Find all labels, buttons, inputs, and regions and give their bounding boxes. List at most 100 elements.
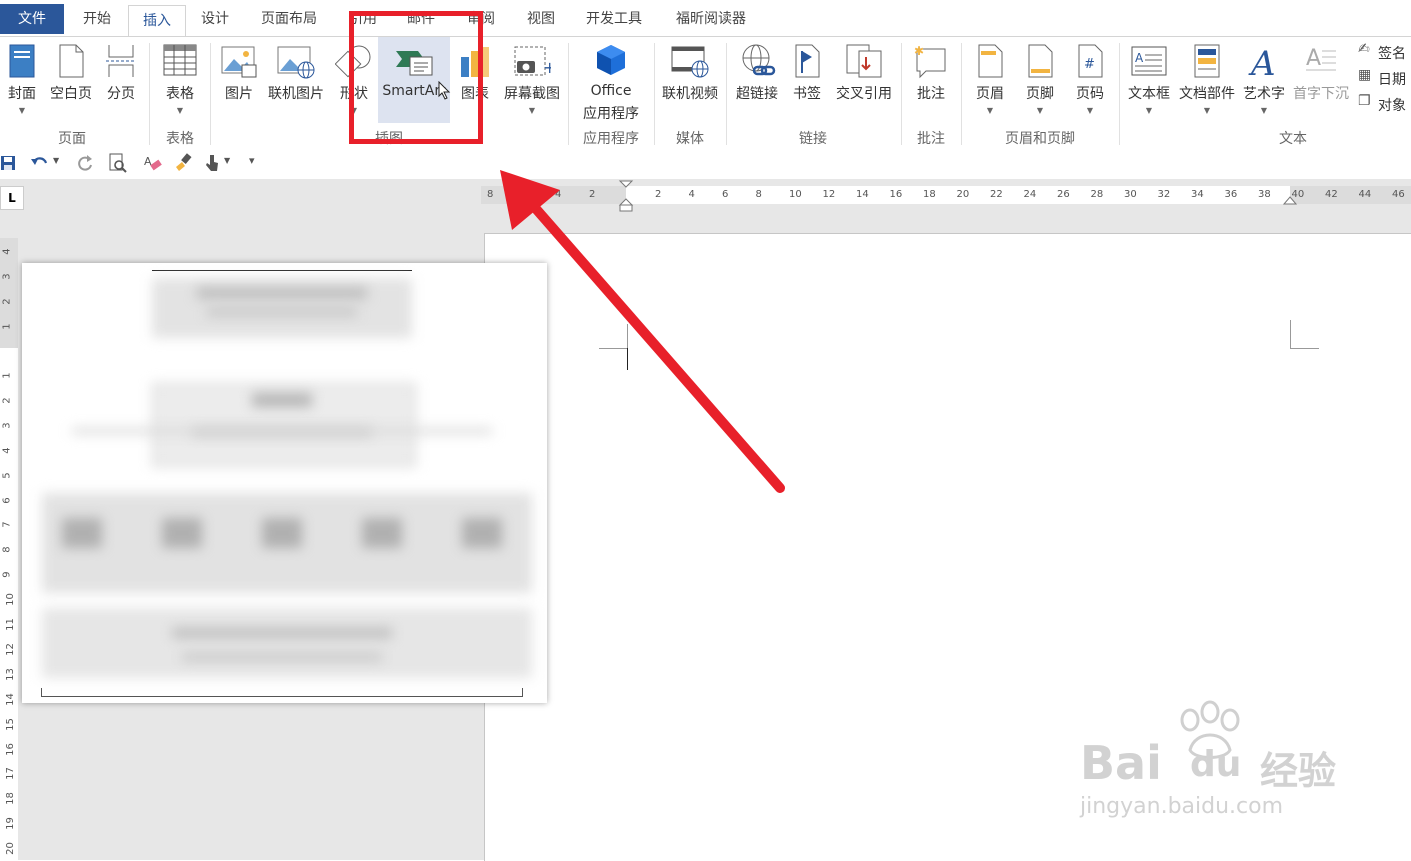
ruler-tick-label: 1 — [1, 372, 13, 379]
table-icon — [163, 44, 197, 76]
ruler-tick-label: 28 — [1090, 189, 1104, 200]
table-button[interactable]: 表格 ▼ — [156, 37, 204, 127]
header-button[interactable]: 页眉 ▼ — [968, 37, 1012, 127]
ruler-tick-label: 46 — [1392, 189, 1405, 200]
ruler-tick-label: 2 — [655, 189, 662, 200]
preview-top-line — [152, 270, 412, 271]
bookmark-button[interactable]: 书签 — [788, 37, 826, 127]
ruler-tick-label: 8 — [755, 189, 762, 200]
tab-page-layout[interactable]: 页面布局 — [250, 4, 328, 34]
blank-page-button[interactable]: 空白页 — [46, 37, 96, 127]
object-icon: ❐ — [1358, 93, 1371, 109]
format-painter-icon[interactable] — [174, 153, 194, 173]
chevron-down-icon: ▼ — [18, 106, 26, 115]
quick-parts-label: 文档部件 — [1179, 86, 1235, 102]
picture-button[interactable]: 图片 — [218, 37, 260, 127]
undo-dropdown-icon[interactable]: ▼ — [53, 156, 59, 165]
preview-block — [172, 628, 392, 638]
preview-block — [197, 288, 367, 298]
preview-block — [42, 608, 532, 678]
footer-button[interactable]: 页脚 ▼ — [1018, 37, 1062, 127]
touch-mode-icon[interactable] — [202, 153, 222, 173]
group-divider — [1119, 43, 1120, 145]
office-store-icon — [597, 45, 625, 75]
online-picture-button[interactable]: 联机图片 — [264, 37, 328, 127]
screenshot-button[interactable]: + 屏幕截图 ▼ — [500, 37, 564, 127]
ruler-tick-label: 36 — [1224, 189, 1238, 200]
ruler-tick-label: 18 — [4, 792, 16, 806]
preview-block — [207, 308, 357, 316]
wordart-button[interactable]: A 艺术字 ▼ — [1240, 37, 1288, 127]
print-preview-icon[interactable] — [108, 153, 128, 173]
chevron-down-icon: ▼ — [1036, 106, 1044, 115]
watermark-brand-cn: 经验 — [1260, 749, 1337, 793]
signature-button[interactable]: ✍ 签名 — [1356, 41, 1411, 63]
object-label: 对象 — [1378, 98, 1406, 114]
svg-text:#: # — [1084, 57, 1095, 72]
quick-parts-button[interactable]: 文档部件 ▼ — [1176, 37, 1238, 127]
tab-view[interactable]: 视图 — [516, 4, 566, 34]
textbox-icon: A — [1131, 46, 1167, 76]
wordart-icon: A — [1248, 44, 1276, 79]
ruler-tick-label: 14 — [4, 692, 16, 706]
office-apps-button[interactable]: Office 应用程序 — [574, 37, 648, 127]
tab-stop-selector[interactable]: L — [0, 186, 24, 210]
textbox-button[interactable]: A 文本框 ▼ — [1124, 37, 1174, 127]
chevron-down-icon: ▼ — [1203, 106, 1211, 115]
redo-icon[interactable] — [76, 154, 94, 172]
group-text: 文本 — [1279, 131, 1307, 147]
spelling-check-icon[interactable]: A — [143, 153, 163, 173]
ruler-tick-label: 20 — [956, 189, 970, 200]
cover-button[interactable]: 封面 ▼ — [2, 37, 42, 127]
page-break-button[interactable]: 分页 — [100, 37, 142, 127]
drop-cap-icon: A — [1306, 46, 1336, 71]
signature-label: 签名 — [1378, 46, 1406, 62]
table-label: 表格 — [166, 86, 194, 102]
page-break-icon — [106, 45, 136, 77]
hyperlink-icon — [742, 44, 776, 76]
chevron-down-icon: ▼ — [1260, 106, 1268, 115]
tab-file[interactable]: 文件 — [0, 4, 64, 34]
drop-cap-button[interactable]: A 首字下沉 — [1290, 37, 1352, 127]
bookmark-label: 书签 — [793, 86, 821, 102]
office-apps-label-1: Office — [590, 83, 632, 99]
preview-bottom-bracket — [41, 688, 523, 697]
tab-insert[interactable]: 插入 — [128, 5, 186, 37]
ruler-tick-label: 2 — [1, 298, 13, 305]
blank-page-label: 空白页 — [50, 86, 92, 102]
touch-mode-dropdown-icon[interactable]: ▼ — [224, 156, 230, 165]
group-pages: 页面 — [58, 131, 86, 147]
office-apps-label-2: 应用程序 — [583, 106, 639, 122]
margin-corner-marker — [1290, 320, 1319, 349]
footer-icon — [1028, 44, 1053, 78]
ruler-tick-label: 10 — [789, 189, 802, 200]
comment-button[interactable]: ✱ 批注 — [908, 37, 954, 127]
ruler-tick-label: 26 — [1057, 189, 1070, 200]
object-button[interactable]: ❐ 对象 — [1356, 93, 1411, 115]
cover-label: 封面 — [8, 86, 36, 102]
undo-icon[interactable] — [30, 154, 50, 172]
group-media: 媒体 — [676, 131, 704, 147]
page-number-icon: # — [1078, 44, 1103, 78]
ruler-tick-label: 38 — [1258, 189, 1271, 200]
group-tables: 表格 — [166, 131, 194, 147]
preview-block — [262, 518, 302, 548]
tab-developer[interactable]: 开发工具 — [576, 4, 652, 34]
cross-reference-label: 交叉引用 — [836, 86, 892, 102]
page-number-button[interactable]: # 页码 ▼ — [1068, 37, 1112, 127]
watermark-brand-du: du — [1190, 744, 1242, 785]
tab-home[interactable]: 开始 — [72, 4, 122, 34]
customize-toolbar-icon[interactable]: ▾ — [249, 154, 255, 167]
cover-page-icon — [9, 44, 35, 78]
hyperlink-button[interactable]: 超链接 — [732, 37, 782, 127]
ruler-tick-label: 14 — [856, 189, 869, 200]
cross-reference-button[interactable]: 交叉引用 — [832, 37, 896, 127]
ruler-tick-label: 15 — [4, 717, 16, 731]
ruler-tick-label: 30 — [1124, 189, 1137, 200]
date-button[interactable]: ▦ 日期 — [1356, 67, 1411, 89]
online-video-button[interactable]: 联机视频 — [658, 37, 722, 127]
tab-design[interactable]: 设计 — [190, 4, 240, 34]
save-icon[interactable] — [0, 155, 16, 171]
tab-foxit[interactable]: 福昕阅读器 — [664, 4, 758, 34]
svg-text:A: A — [1248, 44, 1276, 79]
